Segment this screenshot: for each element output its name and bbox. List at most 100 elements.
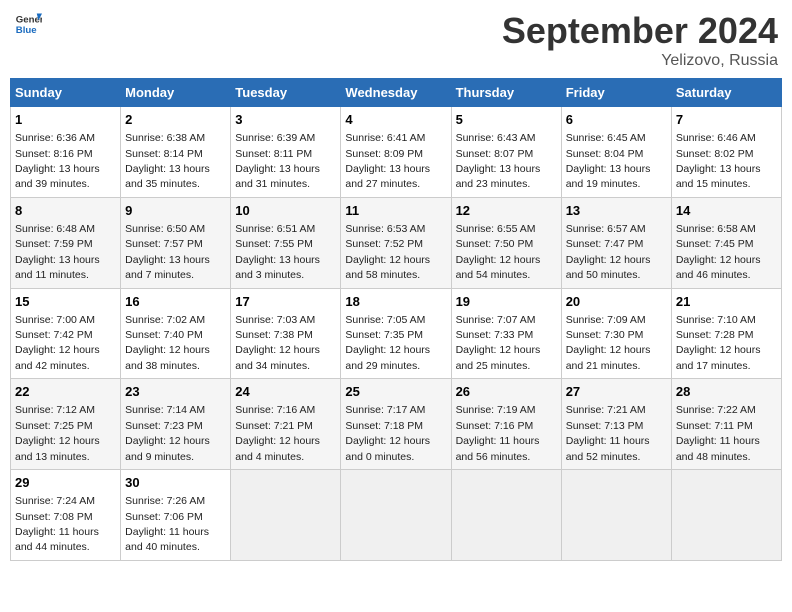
day-number: 19 bbox=[456, 293, 557, 311]
day-info: Sunrise: 7:19 AM Sunset: 7:16 PM Dayligh… bbox=[456, 404, 540, 462]
day-cell bbox=[341, 470, 451, 561]
day-number: 7 bbox=[676, 111, 777, 129]
week-row-5: 29 Sunrise: 7:24 AM Sunset: 7:08 PM Dayli… bbox=[11, 470, 782, 561]
day-number: 30 bbox=[125, 474, 226, 492]
col-header-monday: Monday bbox=[121, 79, 231, 107]
day-cell: 22Sunrise: 7:12 AM Sunset: 7:25 PM Dayli… bbox=[11, 379, 121, 470]
day-number: 3 bbox=[235, 111, 336, 129]
day-number: 16 bbox=[125, 293, 226, 311]
day-info: Sunrise: 6:51 AM Sunset: 7:55 PM Dayligh… bbox=[235, 223, 320, 281]
svg-text:Blue: Blue bbox=[16, 25, 37, 36]
day-info: Sunrise: 7:03 AM Sunset: 7:38 PM Dayligh… bbox=[235, 314, 320, 372]
week-row-2: 8 Sunrise: 6:48 AM Sunset: 7:59 PM Daylig… bbox=[11, 197, 782, 288]
day-number: 29 bbox=[15, 474, 116, 492]
day-info: Sunrise: 7:09 AM Sunset: 7:30 PM Dayligh… bbox=[566, 314, 651, 372]
day-cell: 7 Sunrise: 6:46 AM Sunset: 8:02 PM Daylig… bbox=[671, 107, 781, 198]
day-info: Sunrise: 7:05 AM Sunset: 7:35 PM Dayligh… bbox=[345, 314, 430, 372]
page-header: General Blue September 2024 Yelizovo, Ru… bbox=[10, 10, 782, 70]
day-info: Sunrise: 6:55 AM Sunset: 7:50 PM Dayligh… bbox=[456, 223, 541, 281]
day-info: Sunrise: 7:24 AM Sunset: 7:08 PM Dayligh… bbox=[15, 495, 99, 553]
day-number: 12 bbox=[456, 202, 557, 220]
day-cell: 30 Sunrise: 7:26 AM Sunset: 7:06 PM Dayli… bbox=[121, 470, 231, 561]
day-cell: 10 Sunrise: 6:51 AM Sunset: 7:55 PM Dayli… bbox=[231, 197, 341, 288]
week-row-4: 22Sunrise: 7:12 AM Sunset: 7:25 PM Dayli… bbox=[11, 379, 782, 470]
day-cell: 25 Sunrise: 7:17 AM Sunset: 7:18 PM Dayli… bbox=[341, 379, 451, 470]
day-cell: 9Sunrise: 6:50 AM Sunset: 7:57 PM Daylig… bbox=[121, 197, 231, 288]
calendar-title: September 2024 bbox=[502, 10, 778, 52]
day-info: Sunrise: 7:10 AM Sunset: 7:28 PM Dayligh… bbox=[676, 314, 761, 372]
day-number: 25 bbox=[345, 383, 446, 401]
day-cell: 3 Sunrise: 6:39 AM Sunset: 8:11 PM Daylig… bbox=[231, 107, 341, 198]
day-cell bbox=[451, 470, 561, 561]
day-info: Sunrise: 6:48 AM Sunset: 7:59 PM Dayligh… bbox=[15, 223, 100, 281]
day-number: 11 bbox=[345, 202, 446, 220]
day-info: Sunrise: 6:41 AM Sunset: 8:09 PM Dayligh… bbox=[345, 132, 430, 190]
day-info: Sunrise: 7:02 AM Sunset: 7:40 PM Dayligh… bbox=[125, 314, 210, 372]
day-cell: 11 Sunrise: 6:53 AM Sunset: 7:52 PM Dayli… bbox=[341, 197, 451, 288]
day-cell: 23 Sunrise: 7:14 AM Sunset: 7:23 PM Dayli… bbox=[121, 379, 231, 470]
day-cell: 27 Sunrise: 7:21 AM Sunset: 7:13 PM Dayli… bbox=[561, 379, 671, 470]
col-header-wednesday: Wednesday bbox=[341, 79, 451, 107]
day-number: 8 bbox=[15, 202, 116, 220]
col-header-thursday: Thursday bbox=[451, 79, 561, 107]
day-number: 13 bbox=[566, 202, 667, 220]
day-info: Sunrise: 7:26 AM Sunset: 7:06 PM Dayligh… bbox=[125, 495, 209, 553]
day-number: 15 bbox=[15, 293, 116, 311]
week-row-1: 1 Sunrise: 6:36 AM Sunset: 8:16 PM Daylig… bbox=[11, 107, 782, 198]
day-cell bbox=[561, 470, 671, 561]
day-number: 22 bbox=[15, 383, 116, 401]
day-number: 23 bbox=[125, 383, 226, 401]
day-number: 6 bbox=[566, 111, 667, 129]
day-cell: 15 Sunrise: 7:00 AM Sunset: 7:42 PM Dayli… bbox=[11, 288, 121, 379]
day-info: Sunrise: 6:58 AM Sunset: 7:45 PM Dayligh… bbox=[676, 223, 761, 281]
day-info: Sunrise: 6:46 AM Sunset: 8:02 PM Dayligh… bbox=[676, 132, 761, 190]
col-header-sunday: Sunday bbox=[11, 79, 121, 107]
day-info: Sunrise: 7:07 AM Sunset: 7:33 PM Dayligh… bbox=[456, 314, 541, 372]
day-number: 14 bbox=[676, 202, 777, 220]
day-info: Sunrise: 6:57 AM Sunset: 7:47 PM Dayligh… bbox=[566, 223, 651, 281]
day-number: 27 bbox=[566, 383, 667, 401]
day-info: Sunrise: 7:14 AM Sunset: 7:23 PM Dayligh… bbox=[125, 404, 210, 462]
day-number: 26 bbox=[456, 383, 557, 401]
col-header-saturday: Saturday bbox=[671, 79, 781, 107]
calendar-table: SundayMondayTuesdayWednesdayThursdayFrid… bbox=[10, 78, 782, 561]
day-cell: 28Sunrise: 7:22 AM Sunset: 7:11 PM Dayli… bbox=[671, 379, 781, 470]
title-block: September 2024 Yelizovo, Russia bbox=[502, 10, 778, 70]
logo: General Blue bbox=[14, 10, 42, 38]
day-cell: 6Sunrise: 6:45 AM Sunset: 8:04 PM Daylig… bbox=[561, 107, 671, 198]
day-cell: 1 Sunrise: 6:36 AM Sunset: 8:16 PM Daylig… bbox=[11, 107, 121, 198]
day-cell: 18 Sunrise: 7:05 AM Sunset: 7:35 PM Dayli… bbox=[341, 288, 451, 379]
day-cell: 4Sunrise: 6:41 AM Sunset: 8:09 PM Daylig… bbox=[341, 107, 451, 198]
day-number: 1 bbox=[15, 111, 116, 129]
day-cell: 17 Sunrise: 7:03 AM Sunset: 7:38 PM Dayli… bbox=[231, 288, 341, 379]
col-header-friday: Friday bbox=[561, 79, 671, 107]
calendar-location: Yelizovo, Russia bbox=[502, 52, 778, 70]
day-info: Sunrise: 6:36 AM Sunset: 8:16 PM Dayligh… bbox=[15, 132, 100, 190]
day-number: 18 bbox=[345, 293, 446, 311]
day-info: Sunrise: 6:53 AM Sunset: 7:52 PM Dayligh… bbox=[345, 223, 430, 281]
day-cell: 29 Sunrise: 7:24 AM Sunset: 7:08 PM Dayli… bbox=[11, 470, 121, 561]
day-cell: 2Sunrise: 6:38 AM Sunset: 8:14 PM Daylig… bbox=[121, 107, 231, 198]
week-row-3: 15 Sunrise: 7:00 AM Sunset: 7:42 PM Dayli… bbox=[11, 288, 782, 379]
day-cell: 16 Sunrise: 7:02 AM Sunset: 7:40 PM Dayli… bbox=[121, 288, 231, 379]
day-number: 10 bbox=[235, 202, 336, 220]
day-number: 17 bbox=[235, 293, 336, 311]
day-info: Sunrise: 7:00 AM Sunset: 7:42 PM Dayligh… bbox=[15, 314, 100, 372]
day-cell: 13 Sunrise: 6:57 AM Sunset: 7:47 PM Dayli… bbox=[561, 197, 671, 288]
day-cell: 24Sunrise: 7:16 AM Sunset: 7:21 PM Dayli… bbox=[231, 379, 341, 470]
logo-icon: General Blue bbox=[14, 10, 42, 38]
day-cell: 8 Sunrise: 6:48 AM Sunset: 7:59 PM Daylig… bbox=[11, 197, 121, 288]
day-info: Sunrise: 6:39 AM Sunset: 8:11 PM Dayligh… bbox=[235, 132, 320, 190]
day-number: 21 bbox=[676, 293, 777, 311]
day-number: 24 bbox=[235, 383, 336, 401]
day-cell: 26 Sunrise: 7:19 AM Sunset: 7:16 PM Dayli… bbox=[451, 379, 561, 470]
day-cell: 12 Sunrise: 6:55 AM Sunset: 7:50 PM Dayli… bbox=[451, 197, 561, 288]
day-info: Sunrise: 7:17 AM Sunset: 7:18 PM Dayligh… bbox=[345, 404, 430, 462]
day-cell bbox=[231, 470, 341, 561]
day-number: 9 bbox=[125, 202, 226, 220]
day-info: Sunrise: 7:22 AM Sunset: 7:11 PM Dayligh… bbox=[676, 404, 760, 462]
day-number: 2 bbox=[125, 111, 226, 129]
day-info: Sunrise: 7:21 AM Sunset: 7:13 PM Dayligh… bbox=[566, 404, 650, 462]
day-info: Sunrise: 6:43 AM Sunset: 8:07 PM Dayligh… bbox=[456, 132, 541, 190]
day-number: 20 bbox=[566, 293, 667, 311]
